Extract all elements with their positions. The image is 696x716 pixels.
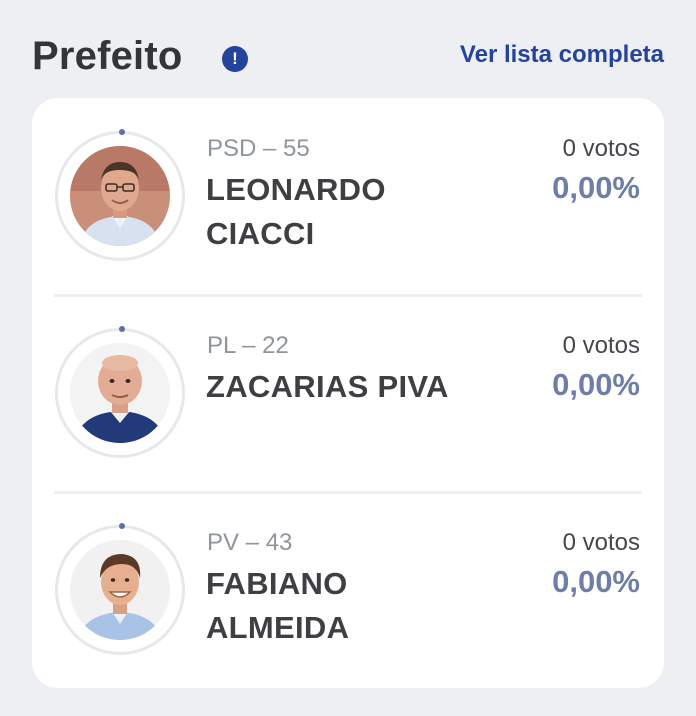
candidate-avatar bbox=[70, 540, 170, 640]
candidate-photo-icon bbox=[70, 146, 170, 246]
avatar-ring bbox=[55, 523, 185, 655]
vote-count: 0 votos bbox=[562, 135, 640, 162]
progress-dot bbox=[119, 523, 125, 529]
candidate-name: FABIANO ALMEIDA bbox=[206, 562, 506, 650]
candidates-card: PSD – 55 LEONARDO CIACCI 0 votos 0,00% P… bbox=[32, 98, 664, 688]
avatar-ring bbox=[55, 326, 185, 458]
candidate-name-line: LEONARDO bbox=[206, 172, 386, 207]
candidate-avatar bbox=[70, 146, 170, 246]
candidate-row[interactable]: PV – 43 FABIANO ALMEIDA 0 votos 0,00% bbox=[32, 492, 664, 688]
candidate-avatar bbox=[70, 343, 170, 443]
progress-dot bbox=[119, 326, 125, 332]
candidate-name: ZACARIAS PIVA bbox=[206, 365, 506, 409]
candidate-name-line: FABIANO bbox=[206, 566, 348, 601]
candidate-name-line: ALMEIDA bbox=[206, 610, 350, 645]
vote-count: 0 votos bbox=[562, 332, 640, 359]
candidate-name: LEONARDO CIACCI bbox=[206, 168, 506, 256]
see-full-list-link[interactable]: Ver lista completa bbox=[460, 40, 664, 70]
party-label: PSD – 55 bbox=[207, 135, 310, 162]
vote-percent: 0,00% bbox=[552, 367, 640, 402]
candidate-name-line: CIACCI bbox=[206, 216, 315, 251]
candidate-photo-icon bbox=[70, 540, 170, 640]
progress-dot bbox=[119, 129, 125, 135]
section-title: Prefeito bbox=[32, 34, 183, 78]
party-label: PL – 22 bbox=[207, 332, 289, 359]
section-header: Prefeito ! Ver lista completa bbox=[32, 30, 664, 82]
vote-percent: 0,00% bbox=[552, 170, 640, 205]
info-icon[interactable]: ! bbox=[222, 46, 248, 72]
avatar-ring bbox=[55, 129, 185, 261]
party-label: PV – 43 bbox=[207, 529, 293, 556]
vote-percent: 0,00% bbox=[552, 564, 640, 599]
candidate-row[interactable]: PSD – 55 LEONARDO CIACCI 0 votos 0,00% bbox=[32, 98, 664, 294]
vote-count: 0 votos bbox=[562, 529, 640, 556]
candidate-photo-icon bbox=[70, 343, 170, 443]
candidate-name-line: ZACARIAS PIVA bbox=[206, 369, 449, 404]
candidate-row[interactable]: PL – 22 ZACARIAS PIVA 0 votos 0,00% bbox=[32, 295, 664, 491]
